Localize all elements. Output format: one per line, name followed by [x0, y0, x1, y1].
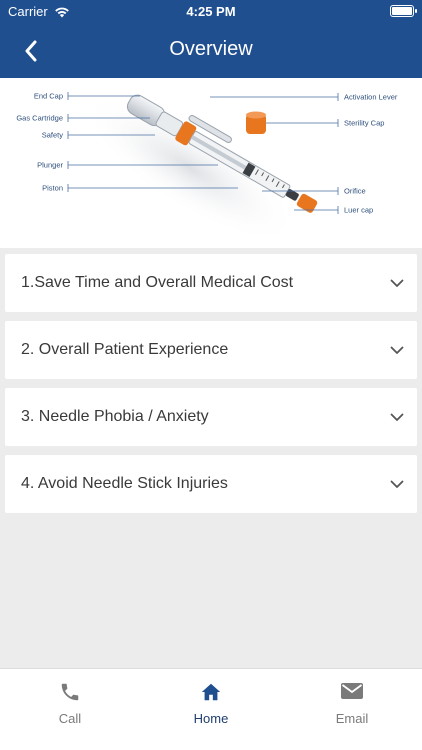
label-safety: Safety: [42, 131, 64, 140]
tab-home[interactable]: Home: [141, 669, 281, 750]
page-title: Overview: [169, 38, 253, 60]
battery-icon: [390, 5, 417, 17]
tab-call[interactable]: Call: [0, 669, 140, 750]
tab-label: Call: [58, 711, 82, 726]
section-patient-experience[interactable]: 2. Overall Patient Experience: [5, 321, 417, 379]
chevron-down-icon: [377, 388, 417, 446]
tab-label: Email: [335, 711, 369, 726]
label-orifice: Orifice: [344, 187, 366, 196]
luer-cap-shape: [296, 193, 318, 213]
status-time: 4:25 PM: [186, 4, 236, 19]
phone-icon: [0, 681, 140, 705]
section-label: 2. Overall Patient Experience: [21, 341, 229, 358]
chevron-down-icon: [377, 254, 417, 312]
app-header: Carrier 4:25 PM Overview: [0, 0, 422, 78]
label-luer-cap: Luer cap: [344, 206, 373, 215]
device-diagram: End Cap Gas Cartridge Safety Plunger Pis…: [0, 78, 422, 248]
chevron-down-icon: [377, 321, 417, 379]
home-icon: [141, 681, 281, 705]
device-shadow: [81, 93, 299, 243]
section-label: 1.Save Time and Overall Medical Cost: [21, 274, 294, 291]
label-plunger: Plunger: [37, 161, 63, 170]
label-end-cap: End Cap: [34, 92, 63, 101]
tab-bar: Call Home Email: [0, 668, 422, 750]
section-label: 3. Needle Phobia / Anxiety: [21, 408, 209, 425]
tab-label: Home: [193, 711, 229, 726]
sterility-cap-top: [246, 111, 266, 119]
section-needle-stick[interactable]: 4. Avoid Needle Stick Injuries: [5, 455, 417, 513]
section-needle-phobia[interactable]: 3. Needle Phobia / Anxiety: [5, 388, 417, 446]
envelope-icon: [282, 681, 422, 705]
label-gas-cartridge: Gas Cartridge: [16, 114, 63, 123]
navigation-bar: Overview: [0, 24, 422, 78]
label-sterility-cap: Sterility Cap: [344, 119, 384, 128]
status-bar: Carrier 4:25 PM: [0, 0, 422, 24]
label-piston: Piston: [42, 184, 63, 193]
tab-email[interactable]: Email: [282, 669, 422, 750]
label-activation-lever: Activation Lever: [344, 93, 398, 102]
chevron-down-icon: [377, 455, 417, 513]
section-save-time[interactable]: 1.Save Time and Overall Medical Cost: [5, 254, 417, 312]
section-label: 4. Avoid Needle Stick Injuries: [21, 475, 228, 492]
